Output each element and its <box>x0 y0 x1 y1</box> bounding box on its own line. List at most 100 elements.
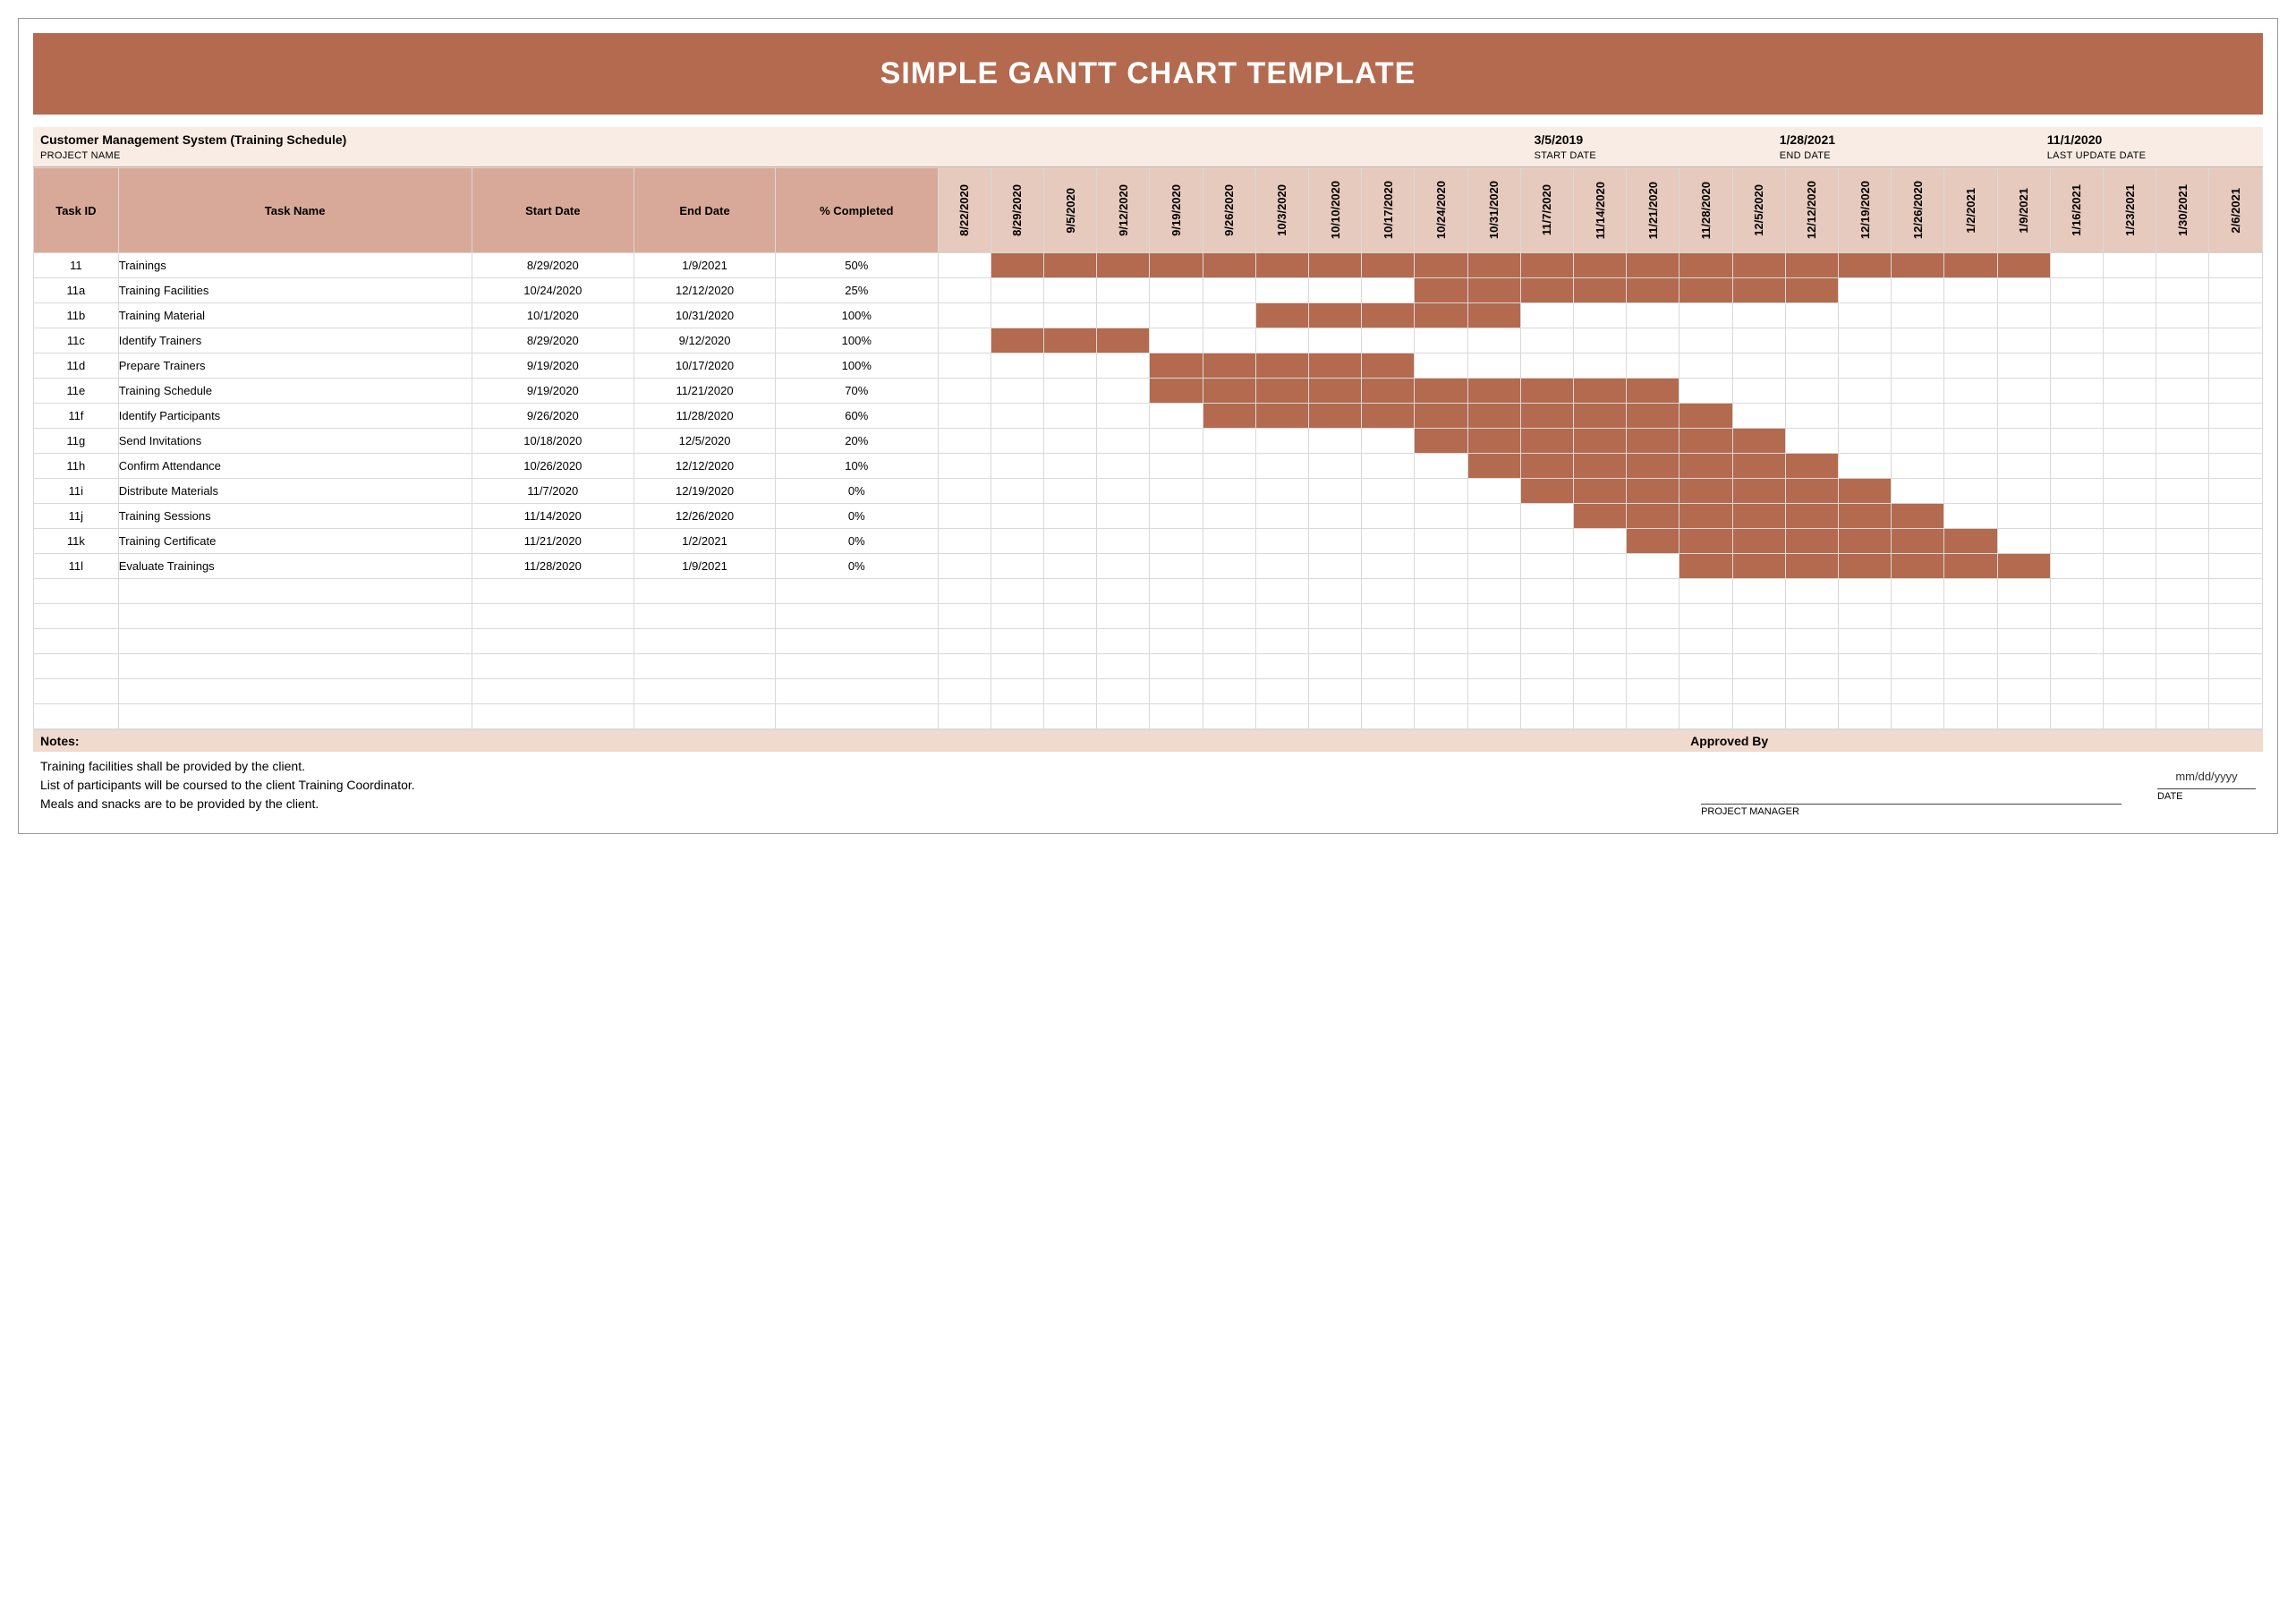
gantt-cell <box>2050 454 2103 479</box>
gantt-cell <box>1997 353 2050 379</box>
gantt-cell <box>1097 529 1150 554</box>
task-start-cell: 10/1/2020 <box>472 303 634 328</box>
gantt-cell <box>1839 404 1892 429</box>
gantt-cell <box>1255 278 1308 303</box>
empty-cell <box>1944 679 1997 704</box>
end-date-value: 1/28/2021 <box>1773 127 2040 149</box>
empty-cell <box>1415 629 1467 654</box>
table-row: 11aTraining Facilities10/24/202012/12/20… <box>34 278 2263 303</box>
gantt-cell <box>1520 353 1573 379</box>
gantt-cell <box>1362 253 1415 278</box>
note-line: List of participants will be coursed to … <box>40 776 1676 795</box>
empty-cell <box>2050 704 2103 729</box>
task-pct-cell: 50% <box>776 253 939 278</box>
table-row <box>34 604 2263 629</box>
gantt-cell <box>1574 328 1627 353</box>
gantt-cell <box>1627 353 1679 379</box>
gantt-cell <box>2209 253 2263 278</box>
timeline-col: 9/5/2020 <box>1044 168 1097 253</box>
gantt-cell <box>1309 454 1362 479</box>
gantt-cell <box>1679 504 1732 529</box>
gantt-cell <box>1362 554 1415 579</box>
gantt-cell <box>2209 303 2263 328</box>
empty-cell <box>1150 579 1203 604</box>
gantt-cell <box>1362 328 1415 353</box>
gantt-cell <box>1520 379 1573 404</box>
gantt-cell <box>1785 504 1838 529</box>
gantt-cell <box>1150 529 1203 554</box>
gantt-cell <box>1150 454 1203 479</box>
gantt-cell <box>1203 303 1255 328</box>
gantt-cell <box>1892 253 1944 278</box>
empty-cell <box>1203 629 1255 654</box>
gantt-cell <box>1203 353 1255 379</box>
timeline-col: 10/3/2020 <box>1255 168 1308 253</box>
table-row: 11lEvaluate Trainings11/28/20201/9/20210… <box>34 554 2263 579</box>
gantt-cell <box>1839 429 1892 454</box>
task-id-cell: 11l <box>34 554 119 579</box>
empty-cell <box>1362 679 1415 704</box>
gantt-cell <box>1732 479 1785 504</box>
gantt-cell <box>938 353 991 379</box>
empty-cell <box>776 579 939 604</box>
gantt-cell <box>1150 379 1203 404</box>
gantt-cell <box>1732 554 1785 579</box>
timeline-col: 2/6/2021 <box>2209 168 2263 253</box>
gantt-cell <box>1203 253 1255 278</box>
empty-cell <box>991 604 1043 629</box>
gantt-cell <box>1415 328 1467 353</box>
table-row: 11hConfirm Attendance10/26/202012/12/202… <box>34 454 2263 479</box>
empty-cell <box>1627 679 1679 704</box>
gantt-cell <box>1892 404 1944 429</box>
empty-cell <box>991 629 1043 654</box>
empty-cell <box>1839 629 1892 654</box>
gantt-cell <box>1520 504 1573 529</box>
task-id-cell: 11c <box>34 328 119 353</box>
empty-cell <box>1044 654 1097 679</box>
empty-cell <box>1785 579 1838 604</box>
gantt-cell <box>1097 454 1150 479</box>
gantt-cell <box>1627 454 1679 479</box>
gantt-cell <box>1255 429 1308 454</box>
empty-cell <box>1520 654 1573 679</box>
task-name-cell: Prepare Trainers <box>118 353 472 379</box>
task-name-cell: Distribute Materials <box>118 479 472 504</box>
task-id-cell: 11k <box>34 529 119 554</box>
empty-cell <box>1944 604 1997 629</box>
gantt-cell <box>1415 353 1467 379</box>
gantt-cell <box>991 529 1043 554</box>
gantt-cell <box>1574 253 1627 278</box>
gantt-cell <box>1997 529 2050 554</box>
empty-cell <box>1627 629 1679 654</box>
gantt-cell <box>991 328 1043 353</box>
empty-cell <box>1732 629 1785 654</box>
empty-cell <box>1732 579 1785 604</box>
gantt-cell <box>1362 504 1415 529</box>
gantt-cell <box>1892 479 1944 504</box>
gantt-cell <box>1679 278 1732 303</box>
task-pct-cell: 0% <box>776 479 939 504</box>
gantt-cell <box>1574 379 1627 404</box>
task-start-cell: 11/7/2020 <box>472 479 634 504</box>
gantt-cell <box>1997 404 2050 429</box>
empty-cell <box>1150 679 1203 704</box>
empty-cell <box>1415 604 1467 629</box>
gantt-cell <box>1520 554 1573 579</box>
gantt-cell <box>991 253 1043 278</box>
gantt-cell <box>1255 554 1308 579</box>
table-row <box>34 704 2263 729</box>
gantt-cell <box>1150 479 1203 504</box>
timeline-col: 10/24/2020 <box>1415 168 1467 253</box>
meta-labels-row: PROJECT NAME START DATE END DATE LAST UP… <box>33 149 2263 167</box>
empty-cell <box>1839 704 1892 729</box>
signature-pm: PROJECT MANAGER <box>1701 770 2122 817</box>
empty-cell <box>1415 579 1467 604</box>
empty-cell <box>1467 579 1520 604</box>
empty-cell <box>2156 604 2209 629</box>
task-start-cell: 10/24/2020 <box>472 278 634 303</box>
gantt-cell <box>1839 278 1892 303</box>
empty-cell <box>1892 654 1944 679</box>
timeline-col: 10/17/2020 <box>1362 168 1415 253</box>
gantt-cell <box>2156 404 2209 429</box>
gantt-cell <box>2209 328 2263 353</box>
